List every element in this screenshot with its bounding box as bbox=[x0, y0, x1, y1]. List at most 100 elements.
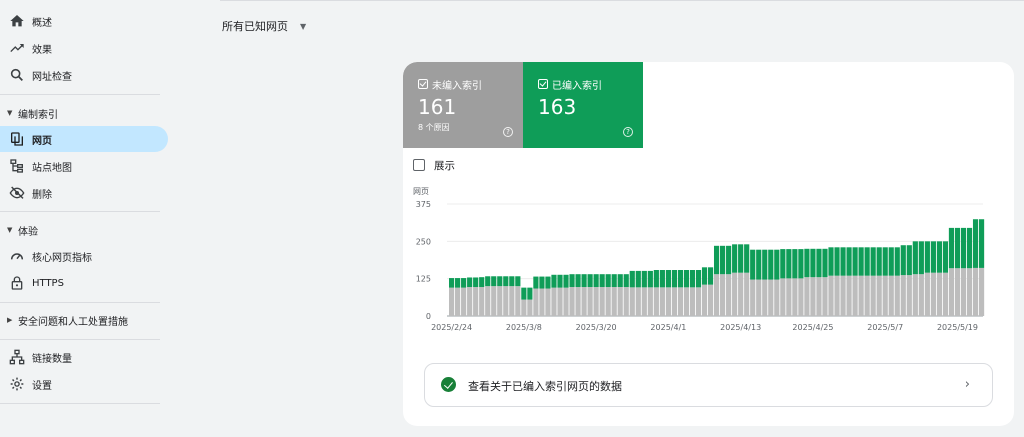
nav-links[interactable]: 链接数量 bbox=[0, 344, 168, 370]
bar-not-indexed bbox=[539, 288, 545, 316]
bar-not-indexed bbox=[816, 277, 822, 316]
bar-indexed bbox=[726, 245, 732, 275]
bar-not-indexed bbox=[972, 267, 979, 316]
bar-not-indexed bbox=[581, 287, 587, 316]
lock-icon bbox=[9, 275, 25, 291]
checkbox-checked-icon bbox=[418, 79, 428, 89]
filter-label: 所有已知网页 bbox=[222, 20, 288, 33]
nav-pages[interactable]: 网页 bbox=[0, 126, 168, 152]
nav-overview[interactable]: 概述 bbox=[0, 8, 168, 34]
bar-indexed bbox=[641, 270, 647, 288]
bar-indexed bbox=[539, 276, 545, 289]
nav-core-web-vitals[interactable]: 核心网页指标 bbox=[0, 243, 168, 269]
bar-indexed bbox=[942, 241, 949, 273]
show-toggle[interactable]: 展示 bbox=[413, 158, 455, 172]
bar-indexed bbox=[623, 274, 629, 288]
nav-label: 网页 bbox=[32, 135, 52, 147]
help-icon[interactable]: ? bbox=[503, 127, 513, 137]
bar-not-indexed bbox=[888, 275, 894, 316]
bar-indexed bbox=[936, 241, 942, 273]
bar-indexed bbox=[750, 249, 756, 280]
show-label: 展示 bbox=[434, 159, 455, 172]
bar-not-indexed bbox=[623, 287, 629, 316]
bar-not-indexed bbox=[810, 277, 816, 316]
bar-indexed bbox=[894, 247, 900, 276]
divider bbox=[0, 94, 160, 95]
bar-indexed bbox=[870, 247, 876, 276]
nav-removals[interactable]: 删除 bbox=[0, 180, 168, 206]
divider bbox=[0, 339, 160, 340]
caret-right-icon: ▶ bbox=[7, 316, 13, 324]
bar-indexed bbox=[780, 249, 786, 279]
bar-indexed bbox=[449, 278, 455, 288]
indexed-tab[interactable]: 已编入索引 163 ? bbox=[523, 62, 643, 148]
bar-not-indexed bbox=[665, 287, 671, 316]
help-icon[interactable]: ? bbox=[623, 127, 633, 137]
bar-not-indexed bbox=[683, 287, 690, 316]
nav-url-inspection[interactable]: 网址检查 bbox=[0, 62, 168, 88]
bar-indexed bbox=[581, 274, 587, 288]
pages-filter-dropdown[interactable]: 所有已知网页 ▼ bbox=[222, 17, 306, 35]
x-tick-label: 2025/3/20 bbox=[576, 323, 617, 332]
bar-not-indexed bbox=[491, 286, 497, 316]
x-tick-label: 2025/5/19 bbox=[937, 323, 978, 332]
nav-sitemaps[interactable]: 站点地图 bbox=[0, 153, 168, 179]
nav-https[interactable]: HTTPS bbox=[0, 270, 168, 296]
bar-indexed bbox=[695, 270, 702, 288]
bar-not-indexed bbox=[762, 279, 768, 316]
bar-indexed bbox=[665, 270, 671, 288]
y-tick-label: 250 bbox=[416, 237, 431, 246]
data-link-label: 查看关于已编入索引网页的数据 bbox=[468, 380, 622, 393]
links-icon bbox=[9, 349, 25, 365]
bar-indexed bbox=[479, 277, 485, 288]
pages-icon bbox=[9, 131, 25, 147]
x-tick-label: 2025/4/13 bbox=[720, 323, 761, 332]
section-label: 安全问题和人工处置措施 bbox=[18, 316, 128, 328]
bar-indexed bbox=[509, 276, 515, 287]
bar-indexed bbox=[707, 267, 714, 285]
bar-indexed bbox=[521, 287, 527, 300]
bar-not-indexed bbox=[461, 287, 467, 316]
nav-settings[interactable]: 设置 bbox=[0, 371, 168, 397]
view-indexed-data-link[interactable]: 查看关于已编入索引网页的数据 › bbox=[424, 363, 993, 407]
bar-not-indexed bbox=[701, 284, 708, 316]
nav-label: 链接数量 bbox=[32, 353, 72, 365]
nav-label: 设置 bbox=[32, 380, 52, 392]
bar-not-indexed bbox=[599, 287, 605, 316]
bar-not-indexed bbox=[647, 287, 653, 316]
bar-not-indexed bbox=[635, 287, 641, 316]
bar-indexed bbox=[503, 276, 509, 287]
pages-stacked-bar-chart: 网页 0 125 250 375 2025/2/24 2025/3/8 2025/3/20 20… bbox=[413, 187, 985, 332]
bar-not-indexed bbox=[960, 268, 967, 316]
bar-not-indexed bbox=[449, 287, 455, 316]
bar-not-indexed bbox=[497, 286, 503, 316]
trending-up-icon bbox=[9, 40, 25, 56]
not-indexed-tab[interactable]: 未编入索引 161 8 个原因 ? bbox=[403, 62, 523, 148]
bar-not-indexed bbox=[473, 287, 479, 316]
bar-indexed bbox=[786, 249, 792, 279]
bar-not-indexed bbox=[852, 275, 858, 316]
show-checkbox[interactable] bbox=[413, 159, 425, 171]
gear-icon bbox=[9, 376, 25, 392]
y-tick-label: 125 bbox=[416, 275, 431, 284]
bar-not-indexed bbox=[659, 287, 665, 316]
bar-not-indexed bbox=[978, 267, 985, 316]
bar-indexed bbox=[473, 277, 479, 288]
nav-performance[interactable]: 效果 bbox=[0, 35, 168, 61]
bar-indexed bbox=[810, 248, 816, 278]
caret-down-icon: ▼ bbox=[300, 21, 307, 31]
stat-value: 163 bbox=[538, 95, 577, 119]
bar-indexed bbox=[557, 274, 563, 288]
bar-not-indexed bbox=[966, 268, 973, 316]
top-divider bbox=[220, 0, 1024, 3]
bar-indexed bbox=[924, 241, 930, 273]
bar-indexed bbox=[738, 244, 744, 273]
sitemap-icon bbox=[9, 158, 25, 174]
bar-indexed bbox=[774, 249, 780, 280]
bar-indexed bbox=[978, 219, 985, 268]
nav-label: HTTPS bbox=[32, 277, 64, 289]
bar-indexed bbox=[756, 249, 762, 280]
bar-indexed bbox=[677, 270, 684, 288]
bar-not-indexed bbox=[918, 274, 924, 316]
nav-label: 效果 bbox=[32, 44, 52, 56]
